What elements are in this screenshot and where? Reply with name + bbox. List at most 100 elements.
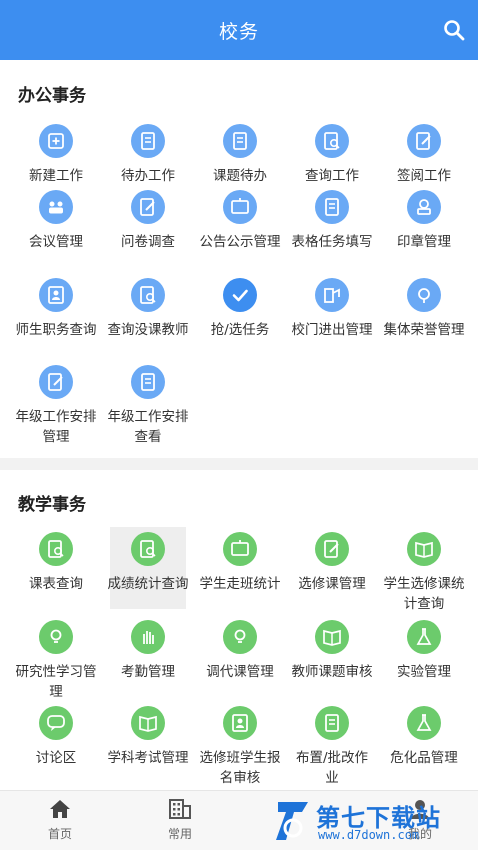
grid-item-label: 选修班学生报名审核 [199, 750, 281, 786]
notice-icon [223, 190, 257, 224]
grid-item-label: 学生走班统计 [199, 576, 281, 592]
grid-item-label: 校门进出管理 [291, 322, 373, 338]
grid-item-label: 成绩统计查询 [107, 576, 189, 592]
top-bar: 校务 [0, 0, 478, 60]
grid-item[interactable]: 调代课管理 [194, 620, 286, 682]
class-move-icon [223, 532, 257, 566]
grid-item-label: 课表查询 [29, 576, 83, 592]
grid-item[interactable]: 签阅工作 [378, 124, 470, 186]
grid-item[interactable]: 危化品管理 [378, 706, 470, 768]
lab-icon [407, 620, 441, 654]
page-title: 校务 [218, 20, 259, 43]
elective-stat-icon [407, 532, 441, 566]
grid-item[interactable]: 选修班学生报名审核 [194, 706, 286, 788]
topic-todo-icon [223, 124, 257, 158]
grid-item[interactable]: 成绩统计查询 [102, 532, 194, 594]
grid-item-label: 印章管理 [397, 234, 451, 250]
grid-item[interactable]: 集体荣誉管理 [378, 278, 470, 340]
grid-item[interactable]: 新建工作 [10, 124, 102, 186]
gate-icon [315, 278, 349, 312]
home-icon [50, 800, 70, 818]
grid-item[interactable]: 课表查询 [10, 532, 102, 594]
grid-item[interactable]: 学生走班统计 [194, 532, 286, 594]
grid-item[interactable]: 讨论区 [10, 706, 102, 768]
honor-icon [407, 278, 441, 312]
grid-item-label: 研究性学习管理 [15, 664, 97, 700]
grid-item-label: 调代课管理 [206, 664, 274, 680]
substitute-icon [223, 620, 257, 654]
search-icon[interactable] [442, 18, 466, 42]
grid-item-label: 公告公示管理 [199, 234, 281, 250]
exam-icon [131, 706, 165, 740]
grid-item[interactable]: 研究性学习管理 [10, 620, 102, 702]
grade-view-icon [131, 365, 165, 399]
grid-item[interactable]: 会议管理 [10, 190, 102, 252]
grid-item-label: 年级工作安排查看 [107, 409, 189, 445]
grid-item[interactable]: 教师课题审核 [286, 620, 378, 682]
section-title-teaching: 教学事务 [18, 495, 86, 515]
grid-item[interactable]: 课题待办 [194, 124, 286, 186]
form-task-icon [315, 190, 349, 224]
grid-item[interactable]: 抢/选任务 [194, 278, 286, 340]
research-icon [39, 620, 73, 654]
check-icon [223, 278, 257, 312]
grid-item-label: 学生选修课统计查询 [383, 576, 465, 612]
grid-item[interactable]: 待办工作 [102, 124, 194, 186]
section-divider [0, 458, 478, 470]
grid-item[interactable]: 查询没课教师 [102, 278, 194, 340]
seal-icon [407, 190, 441, 224]
grid-item-label: 会议管理 [29, 234, 83, 250]
grid-item-label: 查询工作 [305, 168, 359, 184]
meeting-icon [39, 190, 73, 224]
grid-item[interactable]: 表格任务填写 [286, 190, 378, 252]
grid-item-label: 实验管理 [397, 664, 451, 680]
grid-item-label: 表格任务填写 [291, 234, 373, 250]
grid-item-label: 布置/批改作业 [295, 750, 369, 786]
grid-item[interactable]: 选修课管理 [286, 532, 378, 594]
query-work-icon [315, 124, 349, 158]
topic-review-icon [315, 620, 349, 654]
grid-item[interactable]: 年级工作安排查看 [102, 365, 194, 447]
grid-item[interactable]: 查询工作 [286, 124, 378, 186]
tab-home[interactable]: 首页 [25, 799, 95, 842]
elective-icon [315, 532, 349, 566]
grid-item-label: 待办工作 [121, 168, 175, 184]
sign-read-icon [407, 124, 441, 158]
grid-item[interactable]: 实验管理 [378, 620, 470, 682]
grade-plan-icon [39, 365, 73, 399]
grid-item[interactable]: 校门进出管理 [286, 278, 378, 340]
grid-item[interactable]: 师生职务查询 [10, 278, 102, 340]
grid-item[interactable]: 学科考试管理 [102, 706, 194, 768]
grid-item-label: 课题待办 [213, 168, 267, 184]
signup-review-icon [223, 706, 257, 740]
score-icon [131, 532, 165, 566]
grid-item-label: 教师课题审核 [291, 664, 373, 680]
grid-item[interactable]: 问卷调查 [102, 190, 194, 252]
grid-item[interactable]: 学生选修课统计查询 [378, 532, 470, 614]
grid-item-label: 集体荣誉管理 [383, 322, 465, 338]
homework-icon [315, 706, 349, 740]
watermark: 第七下载站 www.d7down.com [272, 798, 472, 846]
building-icon [169, 799, 191, 819]
attendance-icon [131, 620, 165, 654]
grid-item-label: 新建工作 [29, 168, 83, 184]
discussion-icon [39, 706, 73, 740]
grid-item[interactable]: 年级工作安排管理 [10, 365, 102, 447]
grid-item[interactable]: 公告公示管理 [194, 190, 286, 252]
grid-item-label: 师生职务查询 [15, 322, 97, 338]
section-title-office: 办公事务 [18, 86, 86, 106]
tab-label: 首页 [47, 827, 72, 841]
grid-item-label: 选修课管理 [298, 576, 366, 592]
new-work-icon [39, 124, 73, 158]
grid-item-label: 危化品管理 [390, 750, 458, 766]
grid-item[interactable]: 考勤管理 [102, 620, 194, 682]
grid-item[interactable]: 布置/批改作业 [286, 706, 378, 788]
survey-icon [131, 190, 165, 224]
grid-item[interactable]: 印章管理 [378, 190, 470, 252]
tab-label: 常用 [167, 827, 192, 841]
watermark-url: www.d7down.com [318, 828, 420, 842]
free-teacher-icon [131, 278, 165, 312]
grid-item-label: 年级工作安排管理 [15, 409, 97, 445]
tab-common[interactable]: 常用 [145, 799, 215, 842]
schedule-icon [39, 532, 73, 566]
